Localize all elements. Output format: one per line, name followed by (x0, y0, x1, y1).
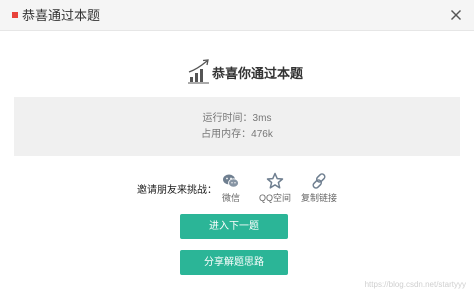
wechat-icon (223, 174, 239, 188)
share-label: 邀请朋友来挑战： (137, 185, 217, 196)
title-marker-icon (12, 12, 18, 18)
runtime-stat: 运行时间：3ms (202, 113, 272, 124)
dialog-titlebar: 恭喜通过本题 (0, 0, 474, 31)
memory-stat: 占用内存：476k (201, 129, 273, 140)
share-wechat-button[interactable]: 微信 (209, 172, 253, 206)
share-solution-button[interactable]: 分享解题思路 (180, 250, 288, 275)
share-qzone-label: QQ空间 (258, 193, 291, 203)
chart-growth-icon (188, 59, 209, 84)
success-message: 恭喜你通过本题 (212, 66, 304, 81)
watermark: https://blog.csdn.net/startyyy (364, 280, 466, 289)
star-icon (266, 172, 284, 189)
success-dialog: 恭喜通过本题 恭喜你通过本题 运行时间：3ms 占用内存：476k 邀请朋友来挑… (0, 0, 474, 297)
close-button[interactable] (448, 7, 464, 23)
share-wechat-label: 微信 (221, 193, 240, 203)
dialog-title: 恭喜通过本题 (22, 8, 101, 23)
link-icon (312, 173, 326, 189)
success-hero: 恭喜你通过本题 (0, 58, 474, 88)
share-qzone-button[interactable]: QQ空间 (253, 172, 297, 206)
next-problem-button[interactable]: 进入下一题 (180, 214, 288, 239)
close-icon (451, 10, 461, 20)
copy-link-label: 复制链接 (300, 193, 337, 203)
result-stats-panel: 运行时间：3ms 占用内存：476k (14, 97, 460, 156)
share-row: 邀请朋友来挑战： 微信 QQ空间 复制链接 (0, 172, 474, 206)
copy-link-button[interactable]: 复制链接 (297, 172, 341, 206)
